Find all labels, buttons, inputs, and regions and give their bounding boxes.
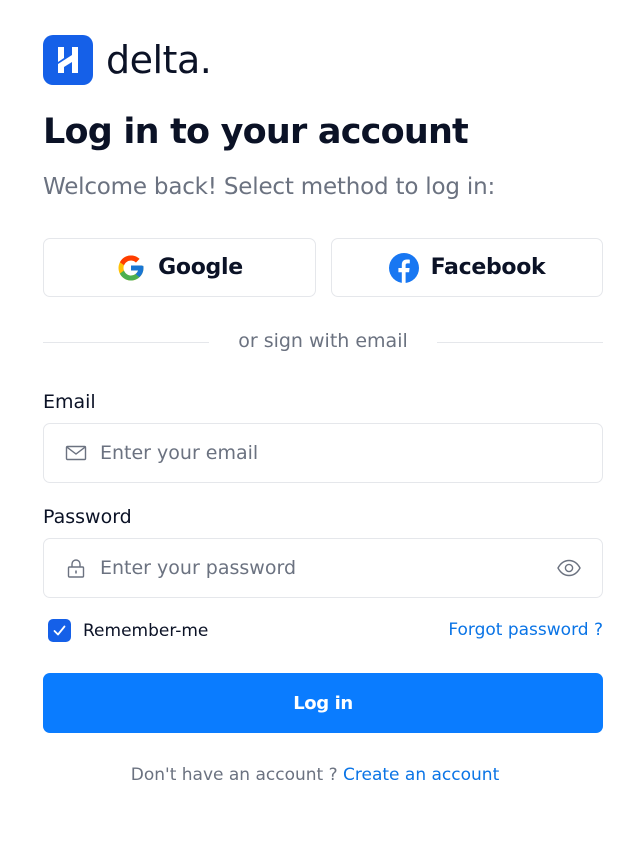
divider-text: or sign with email	[238, 330, 408, 352]
password-input[interactable]	[100, 553, 556, 583]
email-field[interactable]	[43, 423, 603, 483]
check-icon	[53, 625, 66, 636]
signup-prompt-text: Don't have an account ?	[130, 765, 338, 785]
brand[interactable]: delta.	[43, 35, 212, 85]
checkbox-checked[interactable]	[48, 619, 71, 642]
facebook-icon	[388, 252, 419, 283]
lock-icon	[67, 559, 85, 578]
facebook-login-button[interactable]: Facebook	[331, 238, 603, 297]
page-title: Log in to your account	[43, 112, 469, 152]
google-icon	[118, 255, 144, 280]
email-input[interactable]	[100, 438, 602, 468]
eye-icon[interactable]	[556, 557, 582, 579]
google-login-label: Google	[158, 255, 243, 280]
brand-name: delta.	[106, 38, 212, 82]
google-login-button[interactable]: Google	[43, 238, 316, 297]
email-label: Email	[43, 391, 96, 413]
divider-line-left	[43, 342, 209, 343]
page-subtitle: Welcome back! Select method to log in:	[43, 174, 495, 200]
signup-prompt: Don't have an account ? Create an accoun…	[0, 765, 630, 785]
divider-line-right	[437, 342, 603, 343]
delta-logo-icon	[43, 35, 93, 85]
mail-icon	[65, 445, 87, 461]
remember-me-checkbox[interactable]: Remember-me	[48, 619, 208, 642]
password-field[interactable]	[43, 538, 603, 598]
forgot-password-link[interactable]: Forgot password ?	[448, 620, 603, 640]
remember-me-label: Remember-me	[83, 620, 209, 641]
password-label: Password	[43, 506, 132, 528]
login-page: delta. Log in to your account Welcome ba…	[0, 0, 630, 846]
create-account-link[interactable]: Create an account	[343, 765, 499, 785]
login-button[interactable]: Log in	[43, 673, 603, 733]
facebook-login-label: Facebook	[430, 255, 546, 280]
